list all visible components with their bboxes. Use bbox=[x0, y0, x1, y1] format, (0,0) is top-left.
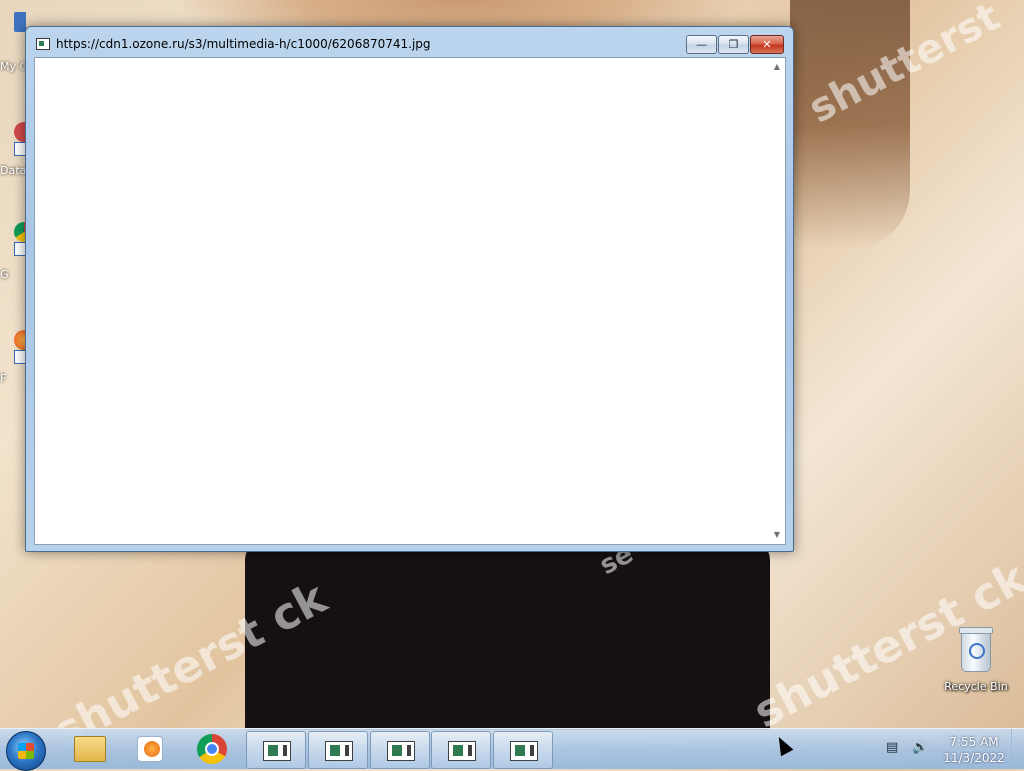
minimize-button[interactable]: — bbox=[686, 35, 717, 54]
image-canvas[interactable]: ▲ ▼ bbox=[34, 57, 786, 545]
window-app-icon bbox=[36, 38, 50, 50]
window-app-icon bbox=[387, 741, 415, 761]
clock-date: 11/3/2022 bbox=[943, 751, 1005, 765]
window-title: https://cdn1.ozone.ru/s3/multimedia-h/c1… bbox=[56, 37, 431, 51]
window-app-icon bbox=[263, 741, 291, 761]
desktop-icon-data[interactable] bbox=[0, 122, 26, 158]
desktop-icon-label: Data bbox=[0, 164, 27, 177]
wallpaper-figure bbox=[245, 540, 770, 730]
close-icon: ✕ bbox=[762, 38, 772, 51]
network-icon[interactable]: ▤ bbox=[886, 740, 902, 756]
taskbar-window-button[interactable] bbox=[493, 731, 553, 769]
system-tray: ▤ 🔊 bbox=[886, 740, 928, 756]
wallpaper-hair bbox=[790, 0, 910, 250]
clock-time: 7:55 AM bbox=[949, 735, 999, 749]
taskbar-window-button[interactable] bbox=[370, 731, 430, 769]
show-desktop-button[interactable] bbox=[1011, 729, 1024, 769]
restore-button[interactable]: ❐ bbox=[718, 35, 749, 54]
scroll-down-arrow-icon[interactable]: ▼ bbox=[769, 528, 785, 542]
folder-icon bbox=[74, 736, 106, 762]
taskbar-clock[interactable]: 7:55 AM 11/3/2022 bbox=[930, 734, 1018, 766]
taskbar-pin-explorer[interactable] bbox=[62, 731, 118, 767]
desktop-icon-label: G bbox=[0, 268, 9, 281]
taskbar: ▤ 🔊 7:55 AM 11/3/2022 bbox=[0, 728, 1024, 771]
desktop-icon-label: My C bbox=[0, 60, 28, 73]
recycle-bin-icon bbox=[959, 627, 993, 672]
window-titlebar[interactable]: https://cdn1.ozone.ru/s3/multimedia-h/c1… bbox=[26, 27, 793, 57]
media-player-icon bbox=[137, 736, 163, 762]
desktop-icon-label: F bbox=[0, 372, 7, 385]
close-button[interactable]: ✕ bbox=[750, 35, 784, 54]
desktop-icon-recycle-bin[interactable]: Recycle Bin bbox=[940, 627, 1012, 693]
start-button[interactable] bbox=[6, 731, 46, 771]
recycle-bin-label: Recycle Bin bbox=[944, 680, 1008, 693]
volume-icon[interactable]: 🔊 bbox=[912, 740, 928, 756]
taskbar-window-button[interactable] bbox=[246, 731, 306, 769]
taskbar-pin-media-player[interactable] bbox=[122, 731, 178, 767]
scroll-up-arrow-icon[interactable]: ▲ bbox=[769, 60, 785, 74]
vertical-scrollbar[interactable]: ▲ ▼ bbox=[769, 58, 785, 544]
window-app-icon bbox=[510, 741, 538, 761]
minimize-icon: — bbox=[696, 38, 707, 51]
taskbar-pin-chrome[interactable] bbox=[184, 731, 240, 767]
computer-icon bbox=[14, 12, 26, 32]
chrome-icon bbox=[197, 734, 227, 764]
desktop-icon-computer[interactable] bbox=[0, 12, 26, 48]
window-app-icon bbox=[448, 741, 476, 761]
desktop-icon-firefox[interactable] bbox=[0, 330, 26, 366]
restore-icon: ❐ bbox=[728, 38, 739, 51]
taskbar-window-button[interactable] bbox=[431, 731, 491, 769]
window-app-icon bbox=[325, 741, 353, 761]
taskbar-window-button[interactable] bbox=[308, 731, 368, 769]
desktop-icon-chrome[interactable] bbox=[0, 222, 26, 258]
image-viewer-window[interactable]: https://cdn1.ozone.ru/s3/multimedia-h/c1… bbox=[25, 26, 794, 552]
